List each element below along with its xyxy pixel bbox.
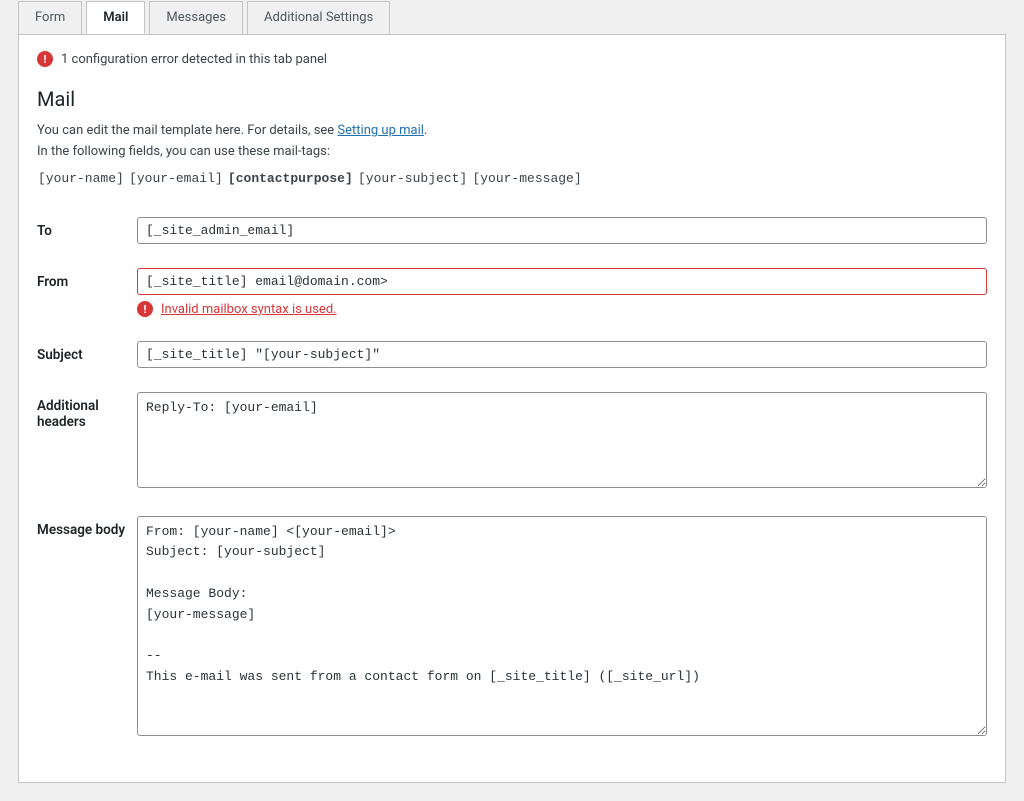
intro-line-2: In the following fields, you can use the… <box>37 142 987 163</box>
intro-block: You can edit the mail template here. For… <box>37 121 987 199</box>
tab-additional-settings[interactable]: Additional Settings <box>247 1 390 34</box>
mailtag-your-message[interactable]: [your-message] <box>471 171 582 186</box>
tabs-nav: Form Mail Messages Additional Settings <box>18 1 1006 35</box>
from-label: From <box>37 268 137 341</box>
to-field[interactable] <box>137 217 987 244</box>
config-error-alert: ! 1 configuration error detected in this… <box>37 49 987 81</box>
mailtag-contactpurpose[interactable]: [contactpurpose] <box>227 171 354 186</box>
section-title: Mail <box>37 87 987 111</box>
mailtag-your-subject[interactable]: [your-subject] <box>357 171 468 186</box>
alert-text: 1 configuration error detected in this t… <box>61 52 327 67</box>
error-icon: ! <box>137 301 153 317</box>
mailtag-your-name[interactable]: [your-name] <box>37 171 125 186</box>
message-body-field[interactable] <box>137 516 987 736</box>
tab-mail[interactable]: Mail <box>86 1 145 34</box>
mailtags-list: [your-name] [your-email] [contactpurpose… <box>37 163 987 200</box>
from-field[interactable] <box>137 268 987 295</box>
link-setting-up-mail[interactable]: Setting up mail <box>337 123 423 138</box>
from-error-link[interactable]: Invalid mailbox syntax is used. <box>161 302 337 317</box>
message-body-label: Message body <box>37 516 137 764</box>
tab-form[interactable]: Form <box>18 1 82 34</box>
additional-headers-field[interactable] <box>137 392 987 487</box>
intro-line-1: You can edit the mail template here. For… <box>37 121 987 142</box>
mail-fields-table: To From ! Invalid mailbox syntax is used… <box>37 217 987 763</box>
mail-panel: ! 1 configuration error detected in this… <box>18 34 1006 783</box>
mailtag-your-email[interactable]: [your-email] <box>128 171 224 186</box>
subject-label: Subject <box>37 341 137 392</box>
to-label: To <box>37 217 137 268</box>
subject-field[interactable] <box>137 341 987 368</box>
error-icon: ! <box>37 51 53 67</box>
additional-headers-label: Additional headers <box>37 392 137 515</box>
from-field-error: ! Invalid mailbox syntax is used. <box>137 301 987 317</box>
tab-messages[interactable]: Messages <box>149 1 243 34</box>
